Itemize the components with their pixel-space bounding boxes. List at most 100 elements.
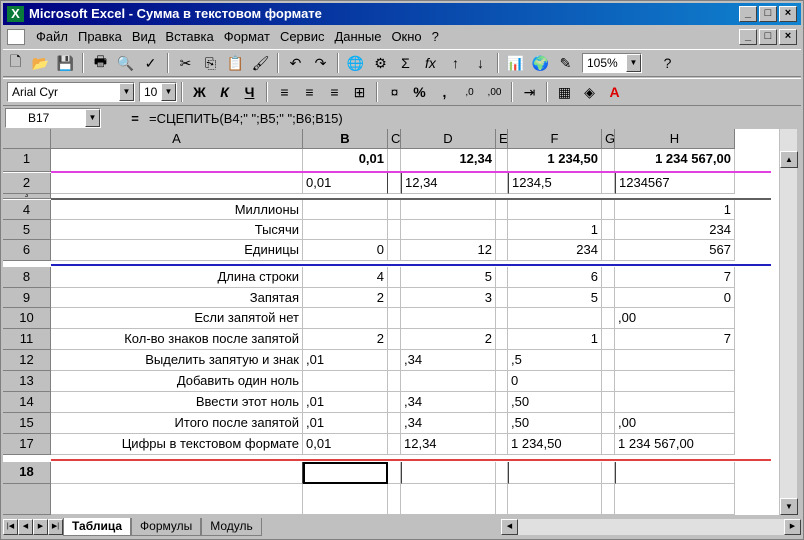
- cell[interactable]: Запятая: [51, 288, 303, 308]
- cell[interactable]: [602, 220, 615, 240]
- scroll-up-icon[interactable]: ▲: [780, 151, 798, 168]
- cell[interactable]: 2: [303, 288, 388, 308]
- last-sheet-icon[interactable]: ▶|: [48, 519, 63, 535]
- cell[interactable]: 0: [615, 288, 735, 308]
- menu-edit[interactable]: Правка: [73, 27, 127, 47]
- zoom-select[interactable]: 105% ▼: [582, 53, 642, 73]
- cell[interactable]: ,01: [303, 413, 388, 434]
- row-header[interactable]: 18: [3, 462, 51, 484]
- sheet-tab-table[interactable]: Таблица: [63, 518, 132, 536]
- row-header[interactable]: 8: [3, 267, 51, 288]
- cell[interactable]: 1: [508, 329, 602, 350]
- comma-button[interactable]: ,: [433, 81, 456, 103]
- cell[interactable]: 6: [508, 267, 602, 288]
- cell[interactable]: Итого после запятой: [51, 413, 303, 434]
- doc-minimize-button[interactable]: _: [739, 29, 757, 45]
- cell[interactable]: [303, 371, 388, 392]
- cell[interactable]: 1: [508, 220, 602, 240]
- underline-button[interactable]: Ч: [238, 81, 261, 103]
- cell[interactable]: [602, 413, 615, 434]
- cell[interactable]: 5: [508, 288, 602, 308]
- cell[interactable]: [602, 392, 615, 413]
- menu-tools[interactable]: Сервис: [275, 27, 330, 47]
- borders-icon[interactable]: ▦: [553, 81, 576, 103]
- indent-icon[interactable]: ⇥: [518, 81, 541, 103]
- cell[interactable]: [496, 267, 508, 288]
- new-icon[interactable]: 🗋: [4, 52, 27, 74]
- function-icon[interactable]: fx: [419, 52, 442, 74]
- first-sheet-icon[interactable]: |◀: [3, 519, 18, 535]
- column-header-a[interactable]: A: [51, 129, 303, 149]
- cell[interactable]: Единицы: [51, 240, 303, 261]
- cell[interactable]: Кол-во знаков после запятой: [51, 329, 303, 350]
- cell[interactable]: [303, 220, 388, 240]
- row-header[interactable]: 13: [3, 371, 51, 392]
- align-right-icon[interactable]: ≡: [323, 81, 346, 103]
- cell[interactable]: Добавить один ноль: [51, 371, 303, 392]
- cell[interactable]: [401, 371, 496, 392]
- copy-icon[interactable]: ⎘: [199, 52, 222, 74]
- row-header[interactable]: 5: [3, 220, 51, 240]
- sort-asc-icon[interactable]: ↑: [444, 52, 467, 74]
- cell[interactable]: ,01: [303, 392, 388, 413]
- cell[interactable]: [401, 308, 496, 329]
- cell[interactable]: ,00: [615, 413, 735, 434]
- cell[interactable]: Тысячи: [51, 220, 303, 240]
- preview-icon[interactable]: 🔍: [114, 52, 137, 74]
- selected-cell-b17[interactable]: [303, 462, 388, 484]
- cell[interactable]: [602, 149, 615, 172]
- cell[interactable]: [615, 371, 735, 392]
- cell[interactable]: [51, 484, 303, 515]
- maximize-button[interactable]: □: [759, 6, 777, 22]
- cell[interactable]: 0: [508, 371, 602, 392]
- open-icon[interactable]: 📂: [29, 52, 52, 74]
- cell[interactable]: [496, 350, 508, 371]
- autosum-icon[interactable]: Σ: [394, 52, 417, 74]
- fill-color-icon[interactable]: ◈: [578, 81, 601, 103]
- cell[interactable]: [602, 267, 615, 288]
- italic-button[interactable]: К: [213, 81, 236, 103]
- row-header[interactable]: 12: [3, 350, 51, 371]
- minimize-button[interactable]: _: [739, 6, 757, 22]
- cell[interactable]: ,50: [508, 392, 602, 413]
- web-icon[interactable]: ⚙: [369, 52, 392, 74]
- cell[interactable]: [388, 350, 401, 371]
- cell[interactable]: 567: [615, 240, 735, 261]
- cell[interactable]: Миллионы: [51, 200, 303, 220]
- cell[interactable]: 234: [508, 240, 602, 261]
- menu-view[interactable]: Вид: [127, 27, 161, 47]
- menu-help[interactable]: ?: [427, 27, 444, 47]
- cell[interactable]: [496, 434, 508, 455]
- chevron-down-icon[interactable]: ▼: [161, 83, 176, 101]
- prev-sheet-icon[interactable]: ◀: [18, 519, 33, 535]
- cell[interactable]: ,34: [401, 413, 496, 434]
- office-assistant-icon[interactable]: ?: [656, 52, 679, 74]
- cell[interactable]: [602, 308, 615, 329]
- cell[interactable]: [496, 173, 508, 194]
- format-painter-icon[interactable]: 🖌: [249, 52, 272, 74]
- cell[interactable]: [496, 308, 508, 329]
- row-header[interactable]: 17: [3, 434, 51, 455]
- cell[interactable]: [615, 462, 735, 484]
- cell[interactable]: 12,34: [401, 173, 496, 194]
- row-header[interactable]: 9: [3, 288, 51, 308]
- cell[interactable]: [388, 434, 401, 455]
- undo-icon[interactable]: ↶: [284, 52, 307, 74]
- cell[interactable]: [496, 413, 508, 434]
- cell[interactable]: [303, 484, 388, 515]
- paste-icon[interactable]: 📋: [224, 52, 247, 74]
- row-header[interactable]: 3: [3, 194, 51, 199]
- cell[interactable]: [51, 149, 303, 172]
- sheet-tab-module[interactable]: Модуль: [201, 518, 262, 536]
- cell[interactable]: 1 234,50: [508, 434, 602, 455]
- cell[interactable]: [388, 329, 401, 350]
- cell[interactable]: [401, 462, 496, 484]
- chevron-down-icon[interactable]: ▼: [626, 54, 641, 72]
- cell[interactable]: [496, 329, 508, 350]
- cell[interactable]: [602, 173, 615, 194]
- cell[interactable]: Ввести этот ноль: [51, 392, 303, 413]
- increase-decimal-icon[interactable]: ,0: [458, 81, 481, 103]
- cell[interactable]: [496, 392, 508, 413]
- doc-restore-button[interactable]: □: [759, 29, 777, 45]
- cell[interactable]: [496, 288, 508, 308]
